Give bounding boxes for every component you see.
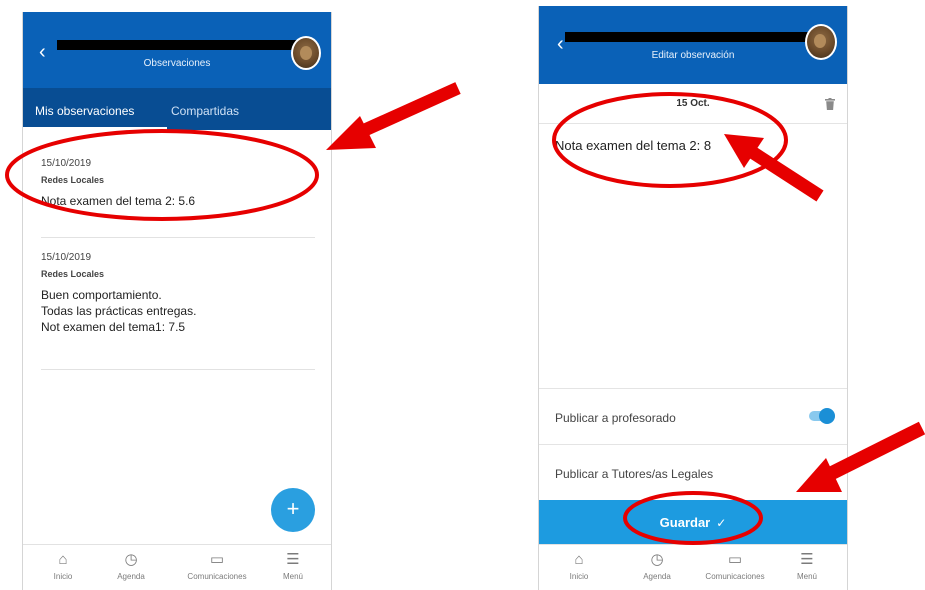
nav-label: Menú — [796, 572, 817, 581]
chat-icon: ▭ — [209, 551, 225, 568]
tab-my-observations[interactable]: Mis observaciones — [35, 104, 134, 118]
observation-text: Buen comportamiento. — [41, 288, 162, 302]
header-subtitle: Observaciones — [143, 58, 211, 69]
nav-label: Agenda — [117, 572, 145, 581]
nav-item-inicio[interactable]: ⌂ Inicio — [539, 551, 619, 581]
avatar[interactable] — [805, 24, 837, 60]
option-label: Publicar a Tutores/as Legales — [555, 467, 714, 481]
nav-item-comunicaciones[interactable]: ▭ Comunicaciones — [177, 551, 257, 581]
observation-text-input[interactable]: Nota examen del tema 2: 8 — [555, 138, 711, 153]
trash-icon[interactable] — [825, 98, 835, 110]
clock-icon: ◷ — [124, 551, 138, 568]
check-icon: ✓ — [716, 516, 727, 530]
nav-label: Comunicaciones — [187, 572, 247, 581]
tab-active-indicator — [23, 127, 167, 130]
arrow-icon — [326, 82, 461, 150]
redacted-name-bar — [57, 40, 297, 50]
observation-text: Nota examen del tema 2: 5.6 — [41, 194, 196, 208]
publish-teachers-toggle[interactable] — [809, 408, 835, 424]
bottom-nav: ⌂ Inicio ◷ Agenda ▭ Comunicaciones ☰ Men… — [539, 544, 847, 590]
observation-subject: Redes Locales — [41, 175, 105, 185]
menu-icon: ☰ — [800, 551, 814, 568]
publish-teachers-row[interactable]: Publicar a profesorado — [539, 388, 847, 444]
save-button[interactable]: Guardar ✓ — [539, 500, 847, 546]
tab-bar: Mis observaciones Compartidas — [23, 88, 331, 130]
observation-text: Not examen del tema1: 7.5 — [41, 320, 186, 334]
redacted-name-bar — [565, 32, 815, 42]
toggle-knob — [819, 408, 835, 424]
observation-text: Todas las prácticas entregas. — [41, 304, 197, 318]
nav-item-comunicaciones[interactable]: ▭ Comunicaciones — [695, 551, 775, 581]
nav-label: Comunicaciones — [705, 572, 765, 581]
nav-label: Menú — [282, 572, 303, 581]
nav-label: Inicio — [569, 572, 589, 581]
observation-date[interactable]: 15 Oct. — [539, 98, 847, 109]
save-label: Guardar — [659, 515, 711, 530]
observation-date: 15/10/2019 — [41, 158, 92, 169]
clock-icon: ◷ — [650, 551, 664, 568]
menu-icon: ☰ — [286, 551, 300, 568]
date-bar: 15 Oct. — [539, 84, 847, 124]
home-icon: ⌂ — [574, 551, 584, 568]
header-subtitle: Editar observación — [651, 50, 735, 61]
observation-subject: Redes Locales — [41, 269, 105, 279]
app-header: ‹ Observaciones — [23, 12, 331, 88]
nav-label: Agenda — [643, 572, 671, 581]
avatar[interactable] — [291, 36, 321, 70]
add-observation-button[interactable]: + — [271, 488, 315, 532]
app-header: ‹ Editar observación — [539, 6, 847, 84]
option-label: Publicar a profesorado — [555, 411, 676, 425]
edit-observation-screen: ‹ Editar observación 15 Oct. Nota examen… — [538, 6, 848, 590]
chat-icon: ▭ — [727, 551, 743, 568]
tab-shared[interactable]: Compartidas — [171, 104, 239, 118]
bottom-nav: ⌂ Inicio ◷ Agenda ▭ Comunicaciones ☰ Men… — [23, 544, 331, 590]
nav-item-menu[interactable]: ☰ Menú — [253, 551, 331, 581]
list-item[interactable]: 15/10/2019 Redes Locales Nota examen del… — [41, 158, 315, 238]
nav-item-agenda[interactable]: ◷ Agenda — [617, 551, 697, 581]
publish-guardians-row[interactable]: Publicar a Tutores/as Legales — [539, 444, 847, 500]
nav-item-menu[interactable]: ☰ Menú — [767, 551, 847, 581]
nav-item-agenda[interactable]: ◷ Agenda — [91, 551, 171, 581]
observations-screen: ‹ Observaciones Mis observaciones Compar… — [22, 12, 332, 590]
observation-date: 15/10/2019 — [41, 252, 92, 263]
list-item[interactable]: 15/10/2019 Redes Locales Buen comportami… — [41, 252, 315, 370]
